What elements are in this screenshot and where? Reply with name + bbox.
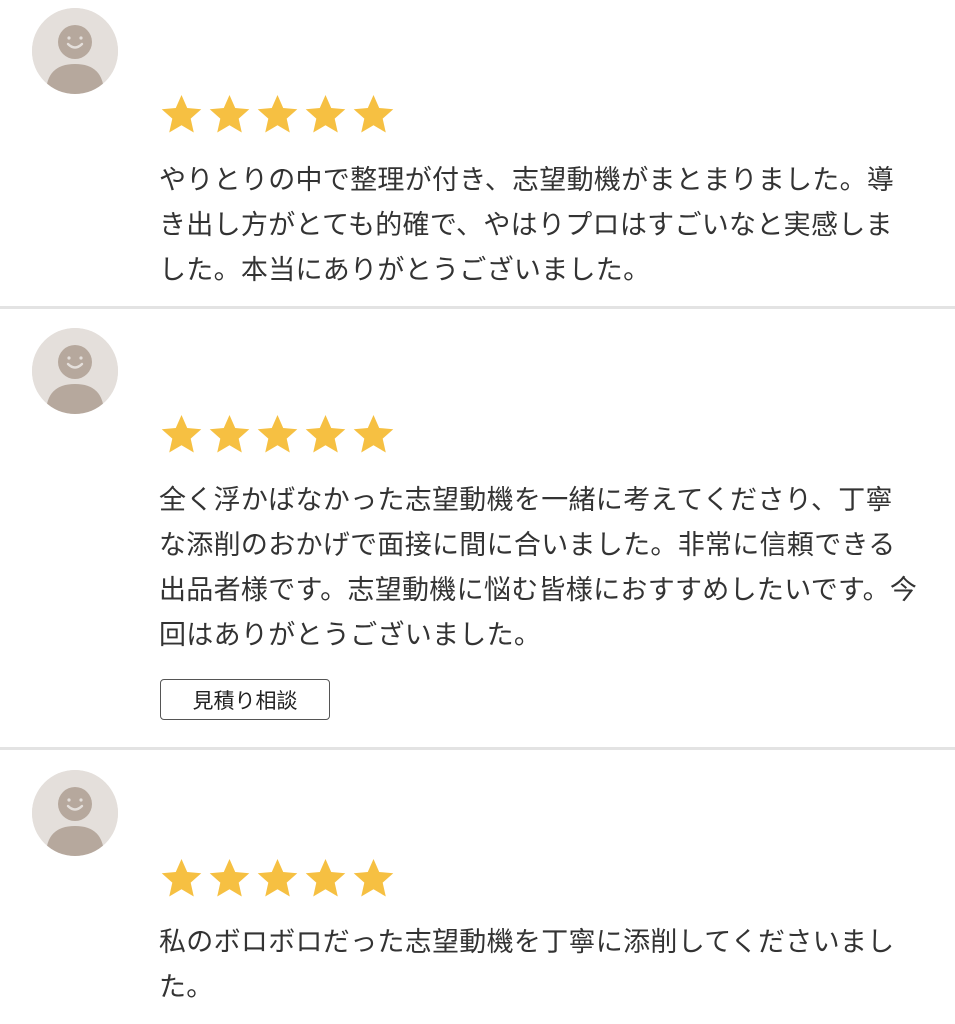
- star-icon: [159, 856, 204, 901]
- star-rating: [159, 92, 396, 138]
- user-avatar-icon[interactable]: [32, 770, 118, 856]
- star-icon: [351, 856, 396, 901]
- star-rating: [159, 412, 396, 458]
- star-icon: [303, 92, 348, 137]
- star-rating: [159, 856, 396, 902]
- star-icon: [303, 856, 348, 901]
- estimate-consultation-button[interactable]: 見積り相談: [160, 679, 330, 720]
- review-comment: 全く浮かばなかった志望動機を一緒に考えてくださり、丁寧な添削のおかげで面接に間に…: [159, 485, 918, 651]
- star-icon: [351, 92, 396, 137]
- review-divider: [0, 306, 955, 309]
- review-comment: やりとりの中で整理が付き、志望動機がまとまりました。導き出し方がとても的確で、や…: [159, 165, 895, 286]
- star-icon: [207, 856, 252, 901]
- review-comment: 私のボロボロだった志望動機を丁寧に添削してくださいました。: [159, 927, 895, 1003]
- star-icon: [303, 412, 348, 457]
- star-icon: [159, 412, 204, 457]
- star-icon: [255, 856, 300, 901]
- user-avatar-icon[interactable]: [32, 328, 118, 414]
- user-avatar-icon[interactable]: [32, 8, 118, 94]
- star-icon: [207, 412, 252, 457]
- star-icon: [255, 412, 300, 457]
- star-icon: [159, 92, 204, 137]
- star-icon: [207, 92, 252, 137]
- star-icon: [255, 92, 300, 137]
- star-icon: [351, 412, 396, 457]
- review-divider: [0, 747, 955, 750]
